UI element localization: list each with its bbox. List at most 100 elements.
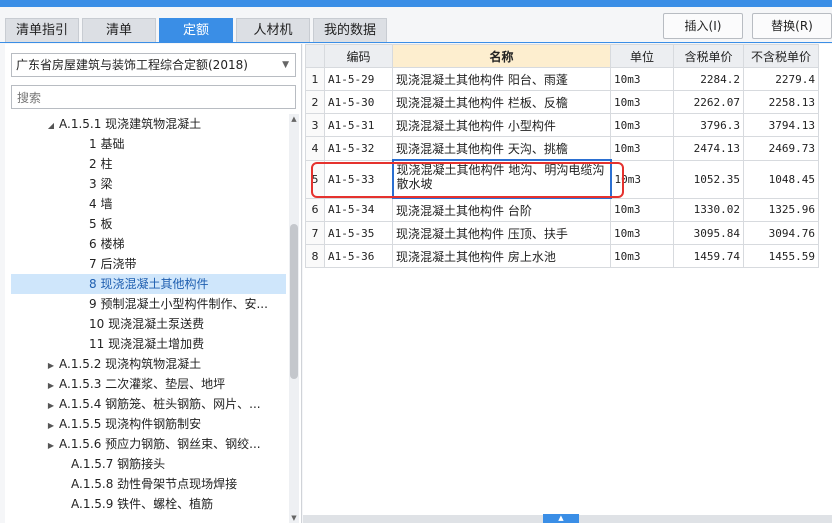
code-cell[interactable]: A1-5-33 <box>324 159 393 199</box>
table-row[interactable]: 6 A1-5-34 现浇混凝土其他构件 台阶 10m3 1330.02 1325.96 <box>305 197 819 222</box>
name-cell[interactable]: 现浇混凝土其他构件 小型构件 <box>392 113 611 137</box>
table-row[interactable]: 8 A1-5-36 现浇混凝土其他构件 房上水池 10m3 1459.74 1455.59 <box>305 244 819 268</box>
name-cell[interactable]: 现浇混凝土其他构件 阳台、雨蓬 <box>392 67 611 91</box>
tree-node[interactable]: 10 现浇混凝土泵送费 <box>11 314 286 334</box>
col-header-tax-price[interactable]: 含税单价 <box>673 44 744 68</box>
notax-price-cell[interactable]: 2279.4 <box>743 67 819 91</box>
row-index-cell[interactable]: 1 <box>305 67 325 91</box>
horizontal-splitter[interactable]: ▲ <box>303 514 832 523</box>
notax-price-cell[interactable]: 2469.73 <box>743 136 819 161</box>
code-cell[interactable]: A1-5-30 <box>324 90 393 114</box>
name-cell[interactable]: 现浇混凝土其他构件 地沟、明沟电缆沟散水坡 <box>391 159 612 199</box>
tab-bill-guide[interactable]: 清单指引 <box>5 18 79 42</box>
tree-node[interactable]: ▶ A.1.5.2 现浇构筑物混凝土 <box>11 354 286 374</box>
search-box[interactable] <box>11 85 296 109</box>
tax-price-cell[interactable]: 1330.02 <box>673 197 744 222</box>
tree-node[interactable]: A.1.5.9 铁件、螺栓、植筋 <box>11 494 286 514</box>
collapse-icon[interactable]: ◢ <box>45 116 57 134</box>
code-cell[interactable]: A1-5-32 <box>324 136 393 161</box>
expand-icon[interactable]: ▶ <box>45 416 57 434</box>
unit-cell[interactable]: 10m3 <box>610 244 674 268</box>
expand-icon[interactable]: ▶ <box>45 396 57 414</box>
name-cell[interactable]: 现浇混凝土其他构件 台阶 <box>392 197 611 222</box>
tax-price-cell[interactable]: 3095.84 <box>673 221 744 245</box>
tax-price-cell[interactable]: 1052.35 <box>673 159 744 199</box>
name-cell[interactable]: 现浇混凝土其他构件 栏板、反檐 <box>392 90 611 114</box>
scroll-down-icon[interactable]: ▼ <box>289 513 299 523</box>
tax-price-cell[interactable]: 2284.2 <box>673 67 744 91</box>
notax-price-cell[interactable]: 1325.96 <box>743 197 819 222</box>
table-row[interactable]: 5 A1-5-33 现浇混凝土其他构件 地沟、明沟电缆沟散水坡 10m3 1052.35… <box>305 159 819 199</box>
tree-node[interactable]: 9 预制混凝土小型构件制作、安... <box>11 294 286 314</box>
expand-icon[interactable]: ▶ <box>45 376 57 394</box>
code-cell[interactable]: A1-5-31 <box>324 113 393 137</box>
tree-node[interactable]: ◢ A.1.5.1 现浇建筑物混凝土 <box>11 114 286 134</box>
notax-price-cell[interactable]: 1455.59 <box>743 244 819 268</box>
table-row[interactable]: 4 A1-5-32 现浇混凝土其他构件 天沟、挑檐 10m3 2474.13 2469.7… <box>305 136 819 161</box>
row-index-cell[interactable]: 6 <box>305 197 325 222</box>
col-header-unit[interactable]: 单位 <box>610 44 674 68</box>
tree-node[interactable]: ▶ A.1.5.4 钢筋笼、桩头钢筋、网片、... <box>11 394 286 414</box>
table-row[interactable]: 7 A1-5-35 现浇混凝土其他构件 压顶、扶手 10m3 3095.84 3094.7… <box>305 221 819 245</box>
tree-node[interactable]: 7 后浇带 <box>11 254 286 274</box>
tab-labor-material-machine[interactable]: 人材机 <box>236 18 310 42</box>
code-cell[interactable]: A1-5-36 <box>324 244 393 268</box>
row-index-cell[interactable]: 7 <box>305 221 325 245</box>
chevron-up-icon[interactable]: ▲ <box>543 514 579 523</box>
scroll-up-icon[interactable]: ▲ <box>289 114 299 124</box>
unit-cell[interactable]: 10m3 <box>610 197 674 222</box>
tree-node[interactable]: 1 基础 <box>11 134 286 154</box>
tax-price-cell[interactable]: 2262.07 <box>673 90 744 114</box>
tax-price-cell[interactable]: 1459.74 <box>673 244 744 268</box>
tree-node[interactable]: 5 板 <box>11 214 286 234</box>
unit-cell[interactable]: 10m3 <box>610 136 674 161</box>
row-index-cell[interactable]: 3 <box>305 113 325 137</box>
col-header-code[interactable]: 编码 <box>324 44 393 68</box>
unit-cell[interactable]: 10m3 <box>610 90 674 114</box>
name-cell[interactable]: 现浇混凝土其他构件 天沟、挑檐 <box>392 136 611 161</box>
tree-node[interactable]: 3 梁 <box>11 174 286 194</box>
tree-node[interactable]: 4 墙 <box>11 194 286 214</box>
tree-node[interactable]: ▶ A.1.5.6 预应力钢筋、钢丝束、钢绞... <box>11 434 286 454</box>
col-header-notax-price[interactable]: 不含税单价 <box>743 44 819 68</box>
tax-price-cell[interactable]: 3796.3 <box>673 113 744 137</box>
code-cell[interactable]: A1-5-34 <box>324 197 393 222</box>
table-row[interactable]: 3 A1-5-31 现浇混凝土其他构件 小型构件 10m3 3796.3 3794.13 <box>305 113 819 137</box>
row-index-cell[interactable]: 8 <box>305 244 325 268</box>
tree-node[interactable]: ▶ A.1.5.5 现浇构件钢筋制安 <box>11 414 286 434</box>
unit-cell[interactable]: 10m3 <box>610 67 674 91</box>
code-cell[interactable]: A1-5-35 <box>324 221 393 245</box>
notax-price-cell[interactable]: 3794.13 <box>743 113 819 137</box>
tab-quota[interactable]: 定额 <box>159 18 233 42</box>
insert-button[interactable]: 插入(I) <box>663 13 743 39</box>
tree-node[interactable]: 8 现浇混凝土其他构件 <box>11 274 286 294</box>
unit-cell[interactable]: 10m3 <box>610 113 674 137</box>
expand-icon[interactable]: ▶ <box>45 436 57 454</box>
row-index-cell[interactable]: 2 <box>305 90 325 114</box>
unit-cell[interactable]: 10m3 <box>610 159 674 199</box>
notax-price-cell[interactable]: 2258.13 <box>743 90 819 114</box>
quota-library-select[interactable]: 广东省房屋建筑与装饰工程综合定额(2018) ▼ <box>11 53 296 77</box>
tree-node[interactable]: ▶ A.1.5.3 二次灌浆、垫层、地坪 <box>11 374 286 394</box>
scrollbar-thumb[interactable] <box>290 224 298 379</box>
tree-node[interactable]: A.1.5.7 钢筋接头 <box>11 454 286 474</box>
search-input[interactable] <box>15 87 289 109</box>
tree-node[interactable]: 2 柱 <box>11 154 286 174</box>
col-header-name[interactable]: 名称 <box>392 44 611 68</box>
unit-cell[interactable]: 10m3 <box>610 221 674 245</box>
row-index-cell[interactable]: 5 <box>305 159 325 199</box>
notax-price-cell[interactable]: 3094.76 <box>743 221 819 245</box>
row-index-cell[interactable]: 4 <box>305 136 325 161</box>
expand-icon[interactable]: ▶ <box>45 356 57 374</box>
tree-vertical-scrollbar[interactable]: ▲ ▼ <box>289 114 299 523</box>
code-cell[interactable]: A1-5-29 <box>324 67 393 91</box>
notax-price-cell[interactable]: 1048.45 <box>743 159 819 199</box>
replace-button[interactable]: 替换(R) <box>752 13 832 39</box>
table-row[interactable]: 2 A1-5-30 现浇混凝土其他构件 栏板、反檐 10m3 2262.07 2258.1… <box>305 90 819 114</box>
name-cell[interactable]: 现浇混凝土其他构件 压顶、扶手 <box>392 221 611 245</box>
tree-node[interactable]: A.1.5.8 劲性骨架节点现场焊接 <box>11 474 286 494</box>
table-row[interactable]: 1 A1-5-29 现浇混凝土其他构件 阳台、雨蓬 10m3 2284.2 2279.4 <box>305 67 819 91</box>
tree-node[interactable]: 6 楼梯 <box>11 234 286 254</box>
tree-node[interactable]: 11 现浇混凝土增加费 <box>11 334 286 354</box>
name-cell[interactable]: 现浇混凝土其他构件 房上水池 <box>392 244 611 268</box>
